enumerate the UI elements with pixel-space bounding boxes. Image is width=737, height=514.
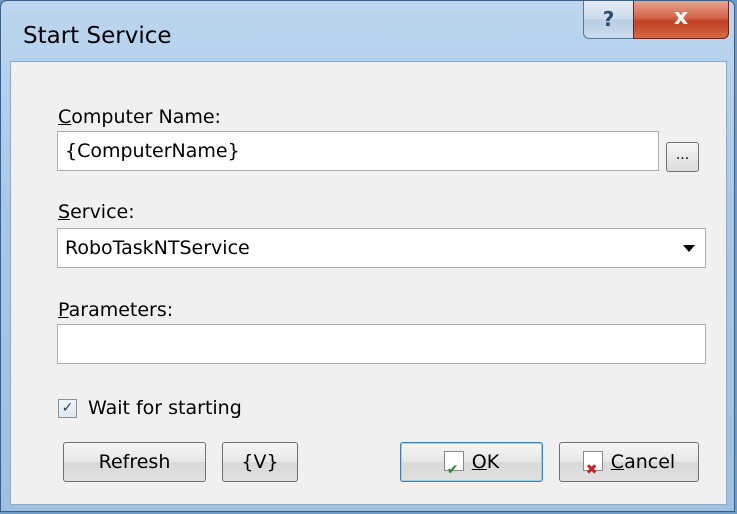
close-button[interactable]: x: [633, 1, 729, 39]
ok-button[interactable]: OK: [400, 442, 543, 489]
parameters-input[interactable]: [57, 324, 706, 364]
wait-for-starting-checkbox[interactable]: ✓: [58, 399, 77, 418]
variable-button[interactable]: {V}: [222, 442, 298, 482]
chevron-down-icon[interactable]: [683, 245, 695, 252]
window-title: Start Service: [23, 23, 172, 49]
cancel-x-icon: [582, 450, 603, 489]
service-select-value: RoboTaskNTService: [65, 237, 250, 259]
computer-name-label: Computer Name:: [58, 106, 221, 128]
parameters-label: Parameters:: [58, 299, 174, 321]
close-icon: x: [673, 5, 689, 30]
dialog-client-area: Computer Name: {ComputerName} ... Servic…: [10, 61, 727, 505]
start-service-dialog: Start Service ? x Computer Name: {Comput…: [0, 0, 735, 512]
cancel-button[interactable]: Cancel: [559, 442, 699, 489]
computer-name-input[interactable]: {ComputerName}: [57, 131, 659, 171]
service-label: Service:: [58, 201, 135, 223]
help-icon: ?: [602, 7, 615, 31]
help-button[interactable]: ?: [583, 1, 634, 39]
wait-for-starting-label[interactable]: Wait for starting: [88, 397, 242, 419]
service-select[interactable]: RoboTaskNTService: [57, 228, 706, 268]
checkmark-icon: [443, 450, 464, 489]
browse-computer-button[interactable]: ...: [666, 142, 699, 172]
caption-buttons: ? x: [583, 1, 729, 42]
refresh-button[interactable]: Refresh: [63, 442, 206, 482]
